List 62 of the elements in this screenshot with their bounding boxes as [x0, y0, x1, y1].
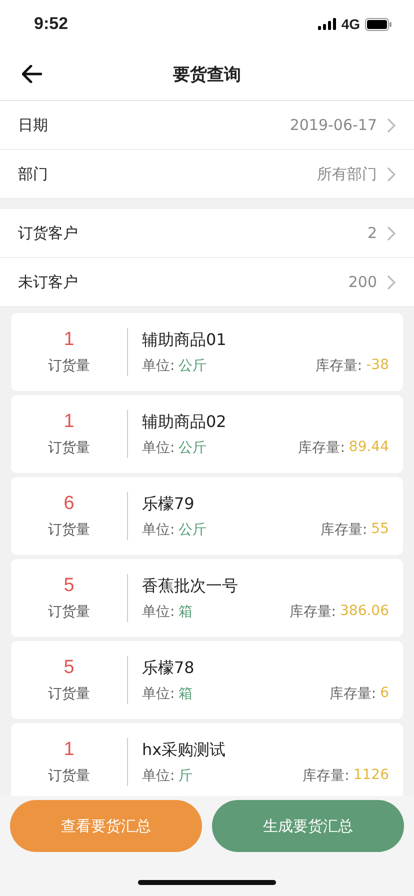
product-card[interactable]: 5 订货量 香蕉批次一号 单位: 箱 库存量: 386.06: [11, 559, 403, 637]
order-quantity: 1: [64, 411, 74, 433]
unit-value: 公斤: [178, 438, 207, 456]
unit-label: 单位:: [142, 602, 175, 620]
product-card[interactable]: 1 订货量 辅助商品01 单位: 公斤 库存量: -38: [11, 313, 403, 391]
stock-value: -38: [366, 356, 389, 374]
chevron-right-icon: [387, 226, 396, 240]
summary-row[interactable]: 订货客户 2: [0, 209, 414, 258]
unit-value: 公斤: [178, 356, 207, 374]
unit-value: 箱: [178, 602, 193, 620]
stock-label: 库存量:: [298, 438, 345, 456]
page-title: 要货查询: [173, 64, 241, 86]
stock-value: 55: [371, 520, 389, 538]
order-quantity: 1: [64, 329, 74, 351]
summary-row[interactable]: 未订客户 200: [0, 258, 414, 307]
unit-label: 单位:: [142, 766, 175, 784]
stock-value: 386.06: [340, 602, 389, 620]
stock-value: 6: [380, 684, 389, 702]
unit-value: 公斤: [178, 520, 207, 538]
filter-row[interactable]: 部门 所有部门: [0, 150, 414, 199]
product-card[interactable]: 6 订货量 乐檬79 单位: 公斤 库存量: 55: [11, 477, 403, 555]
unit-value: 箱: [178, 684, 193, 702]
chevron-right-icon: [387, 274, 396, 290]
product-name: hx采购测试: [142, 740, 227, 760]
stock-label: 库存量:: [320, 520, 368, 538]
filter-row[interactable]: 日期 2019-06-17: [0, 101, 414, 150]
unit-label: 单位:: [142, 438, 175, 456]
product-name: 辅助商品01: [142, 330, 228, 350]
unit-label: 单位:: [142, 684, 175, 702]
quantity-label: 订货量: [48, 357, 90, 375]
unit-label: 单位:: [142, 520, 175, 538]
stock-label: 库存量:: [289, 602, 336, 620]
quantity-label: 订货量: [48, 767, 90, 785]
order-quantity: 5: [64, 575, 74, 597]
product-name: 乐檬79: [142, 494, 196, 514]
stock-label: 库存量:: [315, 356, 362, 374]
back-arrow-icon[interactable]: [22, 65, 42, 83]
order-quantity: 1: [64, 739, 74, 761]
order-quantity: 5: [64, 657, 74, 679]
quantity-label: 订货量: [48, 685, 90, 703]
product-name: 乐檬78: [142, 658, 196, 678]
stock-label: 库存量:: [329, 684, 376, 702]
chevron-right-icon: [387, 166, 396, 182]
unit-value: 斤: [178, 766, 193, 784]
chevron-right-icon: [387, 118, 396, 132]
product-card[interactable]: 5 订货量 乐檬78 单位: 箱 库存量: 6: [11, 641, 403, 719]
signal-icon: [318, 18, 336, 30]
status-time: 9:52: [34, 14, 68, 34]
quantity-label: 订货量: [48, 439, 90, 457]
unit-label: 单位:: [142, 356, 175, 374]
product-name: 辅助商品02: [142, 412, 228, 432]
product-name: 香蕉批次一号: [142, 576, 239, 596]
stock-value: 89.44: [348, 438, 389, 456]
product-card[interactable]: 1 订货量 hx采购测试 单位: 斤 库存量: 1126: [11, 723, 403, 796]
stock-value: 1126: [353, 766, 389, 784]
quantity-label: 订货量: [48, 603, 90, 621]
stock-label: 库存量:: [302, 766, 350, 784]
order-quantity: 6: [64, 493, 74, 515]
battery-icon: [365, 18, 392, 30]
product-card[interactable]: 1 订货量 辅助商品02 单位: 公斤 库存量: 89.44: [11, 395, 403, 473]
network-label: 4G: [341, 16, 360, 32]
quantity-label: 订货量: [48, 521, 90, 539]
